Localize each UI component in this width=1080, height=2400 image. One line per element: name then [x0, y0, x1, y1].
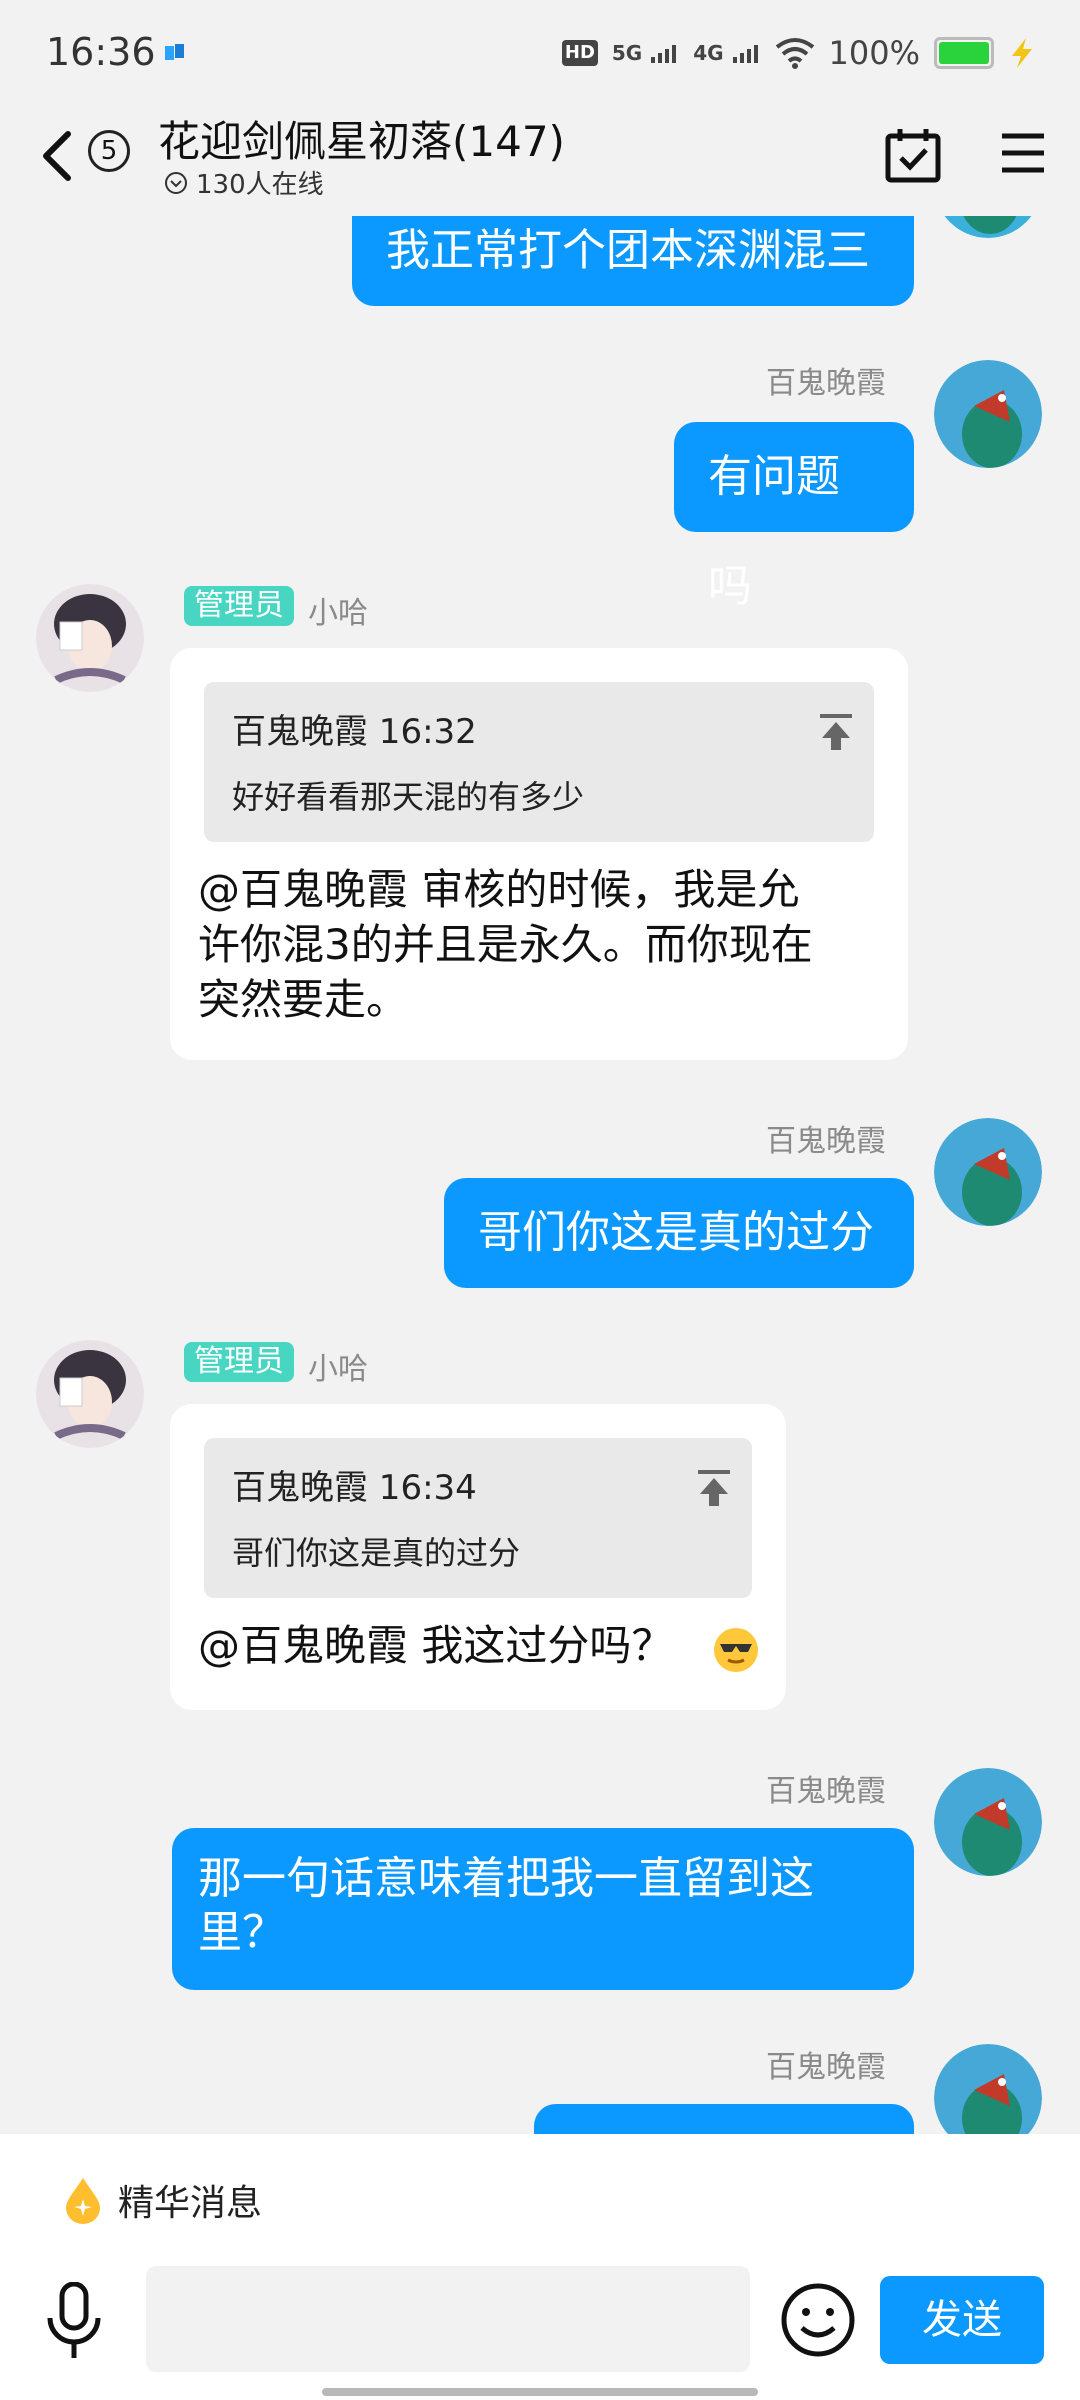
role-badge: 管理员	[184, 1342, 294, 1382]
group-title[interactable]: 花迎剑佩星初落(147)	[158, 108, 565, 169]
quote-body: 哥们你这是真的过分	[232, 1534, 521, 1572]
quote-header: 百鬼晚霞 16:34	[232, 1468, 477, 1508]
wifi-icon	[775, 38, 814, 69]
message-bubble[interactable]: 我正常打个团本深渊混三	[352, 216, 914, 306]
quoted-message[interactable]: 百鬼晚霞 16:32 好好看看那天混的有多少	[204, 682, 874, 842]
online-text: 130人在线	[196, 170, 324, 200]
avatar[interactable]	[36, 584, 144, 692]
avatar[interactable]	[934, 360, 1042, 468]
avatar[interactable]	[934, 1118, 1042, 1226]
featured-label: 精华消息	[118, 2183, 263, 2224]
quote-body: 好好看看那天混的有多少	[232, 778, 585, 816]
back-icon[interactable]	[34, 128, 84, 184]
cool-face-emoji	[714, 1628, 758, 1672]
message-list[interactable]: 我正常打个团本深渊混三 百鬼晚霞 有问题吗 管理员 小哈 百鬼晚霞 16:32 …	[0, 216, 1080, 2134]
menu-icon[interactable]	[1000, 128, 1046, 178]
avatar[interactable]	[36, 1340, 144, 1448]
chat-header: 5 花迎剑佩星初落(147) 130人在线	[0, 100, 1080, 216]
home-indicator[interactable]	[322, 2388, 758, 2396]
message-text: @百鬼晚霞 审核的时候，我是允	[198, 865, 800, 914]
featured-messages-button[interactable]: 精华消息	[62, 2174, 262, 2226]
battery-icon	[934, 37, 994, 69]
message-text: 那一句话意味着把我一直留到这	[198, 1853, 814, 1904]
5g-indicator: 5G	[612, 41, 679, 65]
avatar[interactable]	[934, 216, 1042, 238]
pin-top-icon	[698, 1470, 730, 1506]
message-text: 哥们你这是真的过分	[478, 1207, 874, 1258]
mic-icon[interactable]	[44, 2282, 104, 2364]
sender-name: 百鬼晚霞	[766, 2050, 886, 2085]
message-text: @百鬼晚霞 我这过分吗？	[198, 1621, 674, 1670]
battery-percent: 100%	[828, 34, 920, 72]
sender-name: 小哈	[308, 1352, 368, 1387]
message-bubble[interactable]: 那一句话意味着把我一直留到这 里？	[172, 1828, 914, 1990]
sender-name: 百鬼晚霞	[766, 366, 886, 401]
composer: 精华消息 发送	[0, 2134, 1080, 2400]
message-bubble[interactable]: 有问题吗	[674, 422, 914, 612]
quote-header: 百鬼晚霞 16:32	[232, 712, 477, 752]
online-count[interactable]: 130人在线	[164, 164, 324, 201]
avatar[interactable]	[934, 2044, 1042, 2134]
status-indicators: HD 5G 4G 100%	[561, 30, 1036, 76]
unread-count-badge[interactable]: 5	[88, 130, 130, 172]
message-bubble[interactable]: 百鬼晚霞 16:32 好好看看那天混的有多少 @百鬼晚霞 审核的时候，我是允 许…	[170, 648, 908, 1060]
app-notification-icon	[165, 44, 184, 60]
message-text: 许你混3的并且是永久。而你现在	[198, 920, 813, 969]
message-bubble[interactable]: 百鬼晚霞 16:34 哥们你这是真的过分 @百鬼晚霞 我这过分吗？	[170, 1404, 786, 1710]
message-text: 里？	[198, 1907, 286, 1958]
message-bubble[interactable]: 哥们你这是真的过分	[444, 1178, 914, 1288]
sender-name: 小哈	[308, 596, 368, 631]
status-bar: 16:36 HD 5G 4G 100%	[0, 0, 1080, 100]
avatar[interactable]	[934, 1768, 1042, 1876]
sender-name: 百鬼晚霞	[766, 1124, 886, 1159]
emoji-icon[interactable]	[780, 2282, 856, 2358]
4g-indicator: 4G	[693, 41, 760, 65]
status-time: 16:36	[46, 30, 156, 74]
pin-top-icon	[820, 714, 852, 750]
message-bubble[interactable]	[534, 2104, 914, 2134]
quoted-message[interactable]: 百鬼晚霞 16:34 哥们你这是真的过分	[204, 1438, 752, 1598]
send-button[interactable]: 发送	[880, 2276, 1044, 2364]
calendar-check-icon[interactable]	[884, 126, 942, 184]
drop-star-icon	[66, 2178, 100, 2224]
hd-indicator: HD	[561, 40, 598, 66]
message-text: 突然要走。	[198, 975, 409, 1024]
chevron-circle-icon	[165, 171, 187, 194]
message-text: 我正常打个团本深渊混三	[386, 225, 870, 276]
sender-name: 百鬼晚霞	[766, 1774, 886, 1809]
role-badge: 管理员	[184, 586, 294, 626]
message-input[interactable]	[146, 2266, 750, 2372]
message-text: 有问题吗	[708, 451, 840, 612]
charging-icon	[1012, 38, 1032, 68]
